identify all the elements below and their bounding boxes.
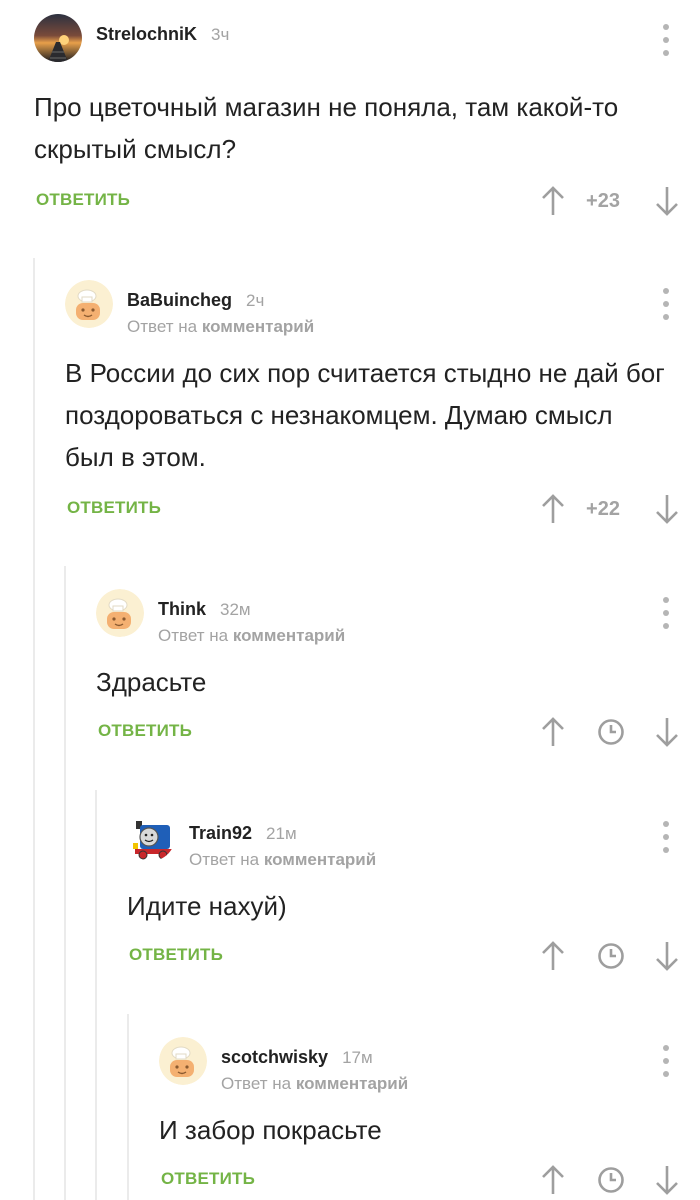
thread-line bbox=[127, 1014, 129, 1200]
arrow-up-icon[interactable] bbox=[540, 186, 566, 221]
more-vertical-icon[interactable] bbox=[656, 288, 676, 320]
comment-rating: +22 bbox=[586, 498, 620, 520]
comment: Train92 21м Ответ на комментарий Идите на… bbox=[127, 813, 700, 983]
more-vertical-icon[interactable] bbox=[656, 821, 676, 853]
reply-to: Ответ на комментарий bbox=[221, 1074, 409, 1093]
reply-button[interactable]: ОТВЕТИТЬ bbox=[36, 190, 130, 210]
comment-author[interactable]: scotchwisky 17м bbox=[221, 1047, 373, 1068]
clock-icon bbox=[597, 1166, 625, 1199]
reply-button[interactable]: ОТВЕТИТЬ bbox=[161, 1169, 255, 1189]
reply-to: Ответ на комментарий bbox=[189, 850, 377, 869]
reply-button[interactable]: ОТВЕТИТЬ bbox=[98, 721, 192, 741]
clock-icon bbox=[597, 942, 625, 975]
reply-button[interactable]: ОТВЕТИТЬ bbox=[67, 498, 161, 518]
more-vertical-icon[interactable] bbox=[656, 24, 676, 56]
more-vertical-icon[interactable] bbox=[656, 1045, 676, 1077]
reply-button[interactable]: ОТВЕТИТЬ bbox=[129, 945, 223, 965]
comment-time: 21м bbox=[266, 824, 297, 843]
arrow-up-icon[interactable] bbox=[540, 941, 566, 976]
comment-text: Здрасьте bbox=[96, 667, 207, 697]
thread-line bbox=[95, 790, 97, 1200]
arrow-up-icon[interactable] bbox=[540, 1165, 566, 1200]
comment-time: 17м bbox=[342, 1048, 373, 1067]
comment-actions: ОТВЕТИТЬ bbox=[96, 717, 700, 747]
thread-line bbox=[33, 258, 35, 1200]
comment-text: В России до сих пор считается стыдно не … bbox=[65, 358, 665, 472]
reply-target-link[interactable]: комментарий bbox=[296, 1074, 408, 1093]
comment-text: И забор покрасьте bbox=[159, 1115, 382, 1145]
avatar[interactable] bbox=[159, 1037, 207, 1085]
thread-line bbox=[64, 566, 66, 1200]
avatar[interactable] bbox=[127, 813, 175, 861]
clock-icon bbox=[597, 718, 625, 751]
comment-time: 3ч bbox=[211, 25, 230, 44]
arrow-down-icon[interactable] bbox=[654, 494, 680, 529]
arrow-up-icon[interactable] bbox=[540, 494, 566, 529]
comment-text: Идите нахуй) bbox=[127, 891, 287, 921]
reply-target-link[interactable]: комментарий bbox=[202, 317, 314, 336]
avatar[interactable] bbox=[96, 589, 144, 637]
comment-author[interactable]: Think 32м bbox=[158, 599, 251, 620]
comment-actions: ОТВЕТИТЬ +22 bbox=[65, 494, 700, 524]
comment: BaBuincheg 2ч Ответ на комментарий В Росс… bbox=[65, 280, 700, 530]
avatar[interactable] bbox=[65, 280, 113, 328]
comment-author[interactable]: StrelochniK 3ч bbox=[96, 24, 229, 45]
comment-time: 2ч bbox=[246, 291, 265, 310]
more-vertical-icon[interactable] bbox=[656, 597, 676, 629]
reply-to: Ответ на комментарий bbox=[127, 317, 315, 336]
avatar[interactable] bbox=[34, 14, 82, 62]
arrow-up-icon[interactable] bbox=[540, 717, 566, 752]
comment-rating: +23 bbox=[586, 190, 620, 212]
comment-actions: ОТВЕТИТЬ +23 bbox=[34, 186, 700, 216]
reply-to: Ответ на комментарий bbox=[158, 626, 346, 645]
reply-target-link[interactable]: комментарий bbox=[233, 626, 345, 645]
arrow-down-icon[interactable] bbox=[654, 717, 680, 752]
arrow-down-icon[interactable] bbox=[654, 186, 680, 221]
comment-author[interactable]: BaBuincheg 2ч bbox=[127, 290, 264, 311]
arrow-down-icon[interactable] bbox=[654, 1165, 680, 1200]
reply-target-link[interactable]: комментарий bbox=[264, 850, 376, 869]
comment: Think 32м Ответ на комментарий Здрасьте О… bbox=[96, 589, 700, 759]
comment: StrelochniK 3ч Про цветочный магазин не п… bbox=[34, 14, 700, 224]
comment: scotchwisky 17м Ответ на комментарий И за… bbox=[159, 1037, 700, 1200]
comment-author[interactable]: Train92 21м bbox=[189, 823, 297, 844]
comment-actions: ОТВЕТИТЬ bbox=[127, 941, 700, 971]
comment-actions: ОТВЕТИТЬ bbox=[159, 1165, 700, 1195]
comment-time: 32м bbox=[220, 600, 251, 619]
arrow-down-icon[interactable] bbox=[654, 941, 680, 976]
comment-text: Про цветочный магазин не поняла, там как… bbox=[34, 92, 619, 164]
